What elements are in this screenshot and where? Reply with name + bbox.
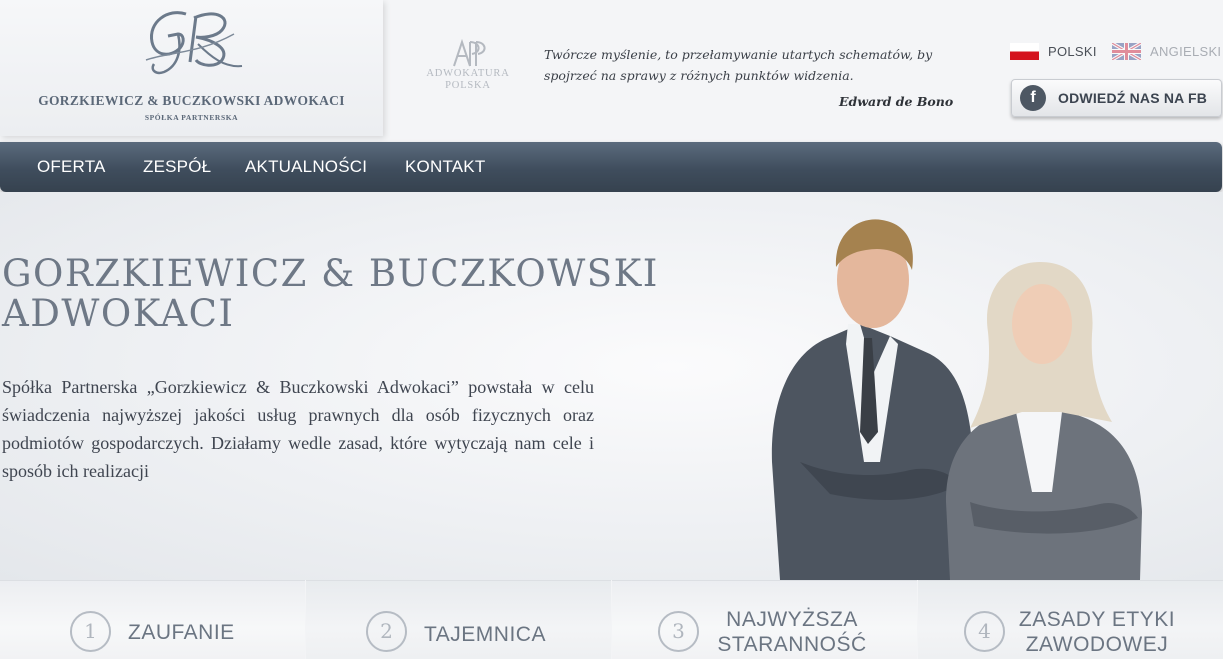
value-card-staranność: 3 NAJWYŻSZA STARANNOŚĆ [612, 580, 917, 659]
value-card-zaufanie: 1 ZAUFANIE [0, 580, 305, 659]
value-label-line1: ZASADY ETYKI [1018, 608, 1176, 631]
facebook-button-label: ODWIEDŹ NAS NA FB [1058, 90, 1208, 106]
uk-flag-icon [1112, 42, 1141, 60]
site-header: GORZKIEWICZ & BUCZKOWSKI ADWOKACI SPÓŁKA… [0, 0, 1223, 142]
value-number-badge: 2 [366, 611, 407, 652]
value-label-zasady-etyki: ZASADY ETYKI ZAWODOWEJ [1016, 607, 1178, 657]
nav-item-zespol[interactable]: ZESPÓŁ [143, 142, 211, 192]
values-strip: 1 ZAUFANIE 2 TAJEMNICA 3 NAJWYŻSZA STARA… [0, 580, 1223, 659]
value-label-tajemnica: TAJEMNICA [424, 623, 546, 646]
value-number-badge: 4 [964, 611, 1005, 652]
main-navigation: OFERTA ZESPÓŁ AKTUALNOŚCI KONTAKT [0, 142, 1222, 192]
logo-subtitle: SPÓŁKA PARTNERSKA [144, 113, 239, 122]
logo-company-name: GORZKIEWICZ & BUCZKOWSKI ADWOKACI [38, 93, 345, 108]
facebook-icon: f [1020, 85, 1046, 111]
value-label-line2: ZAWODOWEJ [1025, 633, 1169, 656]
nav-item-kontakt[interactable]: KONTAKT [405, 142, 485, 192]
lawyers-photo [771, 219, 1142, 580]
value-card-etyka: 4 ZASADY ETYKI ZAWODOWEJ [918, 580, 1223, 659]
value-label-zaufanie: ZAUFANIE [128, 621, 235, 644]
pl-flag-icon [1010, 42, 1039, 60]
logo[interactable]: GORZKIEWICZ & BUCZKOWSKI ADWOKACI SPÓŁKA… [0, 0, 383, 136]
language-polish-link[interactable]: POLSKI [1010, 42, 1097, 60]
language-polish-label: POLSKI [1048, 43, 1097, 59]
nav-item-aktualnosci[interactable]: AKTUALNOŚCI [245, 142, 367, 192]
header-quote: Twórcze myślenie, to przełamywanie utart… [544, 47, 933, 83]
adwokatura-polska-icon [453, 38, 486, 67]
value-number-badge: 1 [70, 611, 111, 652]
language-english-link[interactable]: ANGIELSKI [1112, 42, 1221, 60]
adwokatura-polska-label: ADWOKATURA POLSKA [418, 68, 518, 92]
quote-author: Edward de Bono [839, 94, 954, 109]
nav-item-oferta[interactable]: OFERTA [37, 142, 106, 192]
value-card-tajemnica: 2 TAJEMNICA [306, 580, 611, 659]
hero-description: Spółka Partnerska „Gorzkiewicz & Buczkow… [2, 377, 594, 481]
hero-title: GORZKIEWICZ & BUCZKOWSKI ADWOKACI [2, 254, 722, 334]
value-label-line1: NAJWYŻSZA [726, 608, 858, 631]
hero-section: GORZKIEWICZ & BUCZKOWSKI ADWOKACI Spółka… [0, 192, 1223, 580]
hero-title-line2: ADWOKACI [2, 292, 235, 335]
monogram-logo-icon [145, 11, 243, 75]
value-label-najwyzsza-starannosc: NAJWYŻSZA STARANNOŚĆ [712, 607, 872, 657]
facebook-visit-button[interactable]: f ODWIEDŹ NAS NA FB [1011, 79, 1222, 117]
adwokatura-line2: POLSKA [445, 80, 491, 91]
adwokatura-line1: ADWOKATURA [426, 68, 510, 79]
language-english-label: ANGIELSKI [1150, 43, 1222, 59]
value-number-badge: 3 [658, 611, 699, 652]
value-label-line2: STARANNOŚĆ [717, 633, 867, 656]
hero-title-line1: GORZKIEWICZ & BUCZKOWSKI [2, 252, 659, 295]
